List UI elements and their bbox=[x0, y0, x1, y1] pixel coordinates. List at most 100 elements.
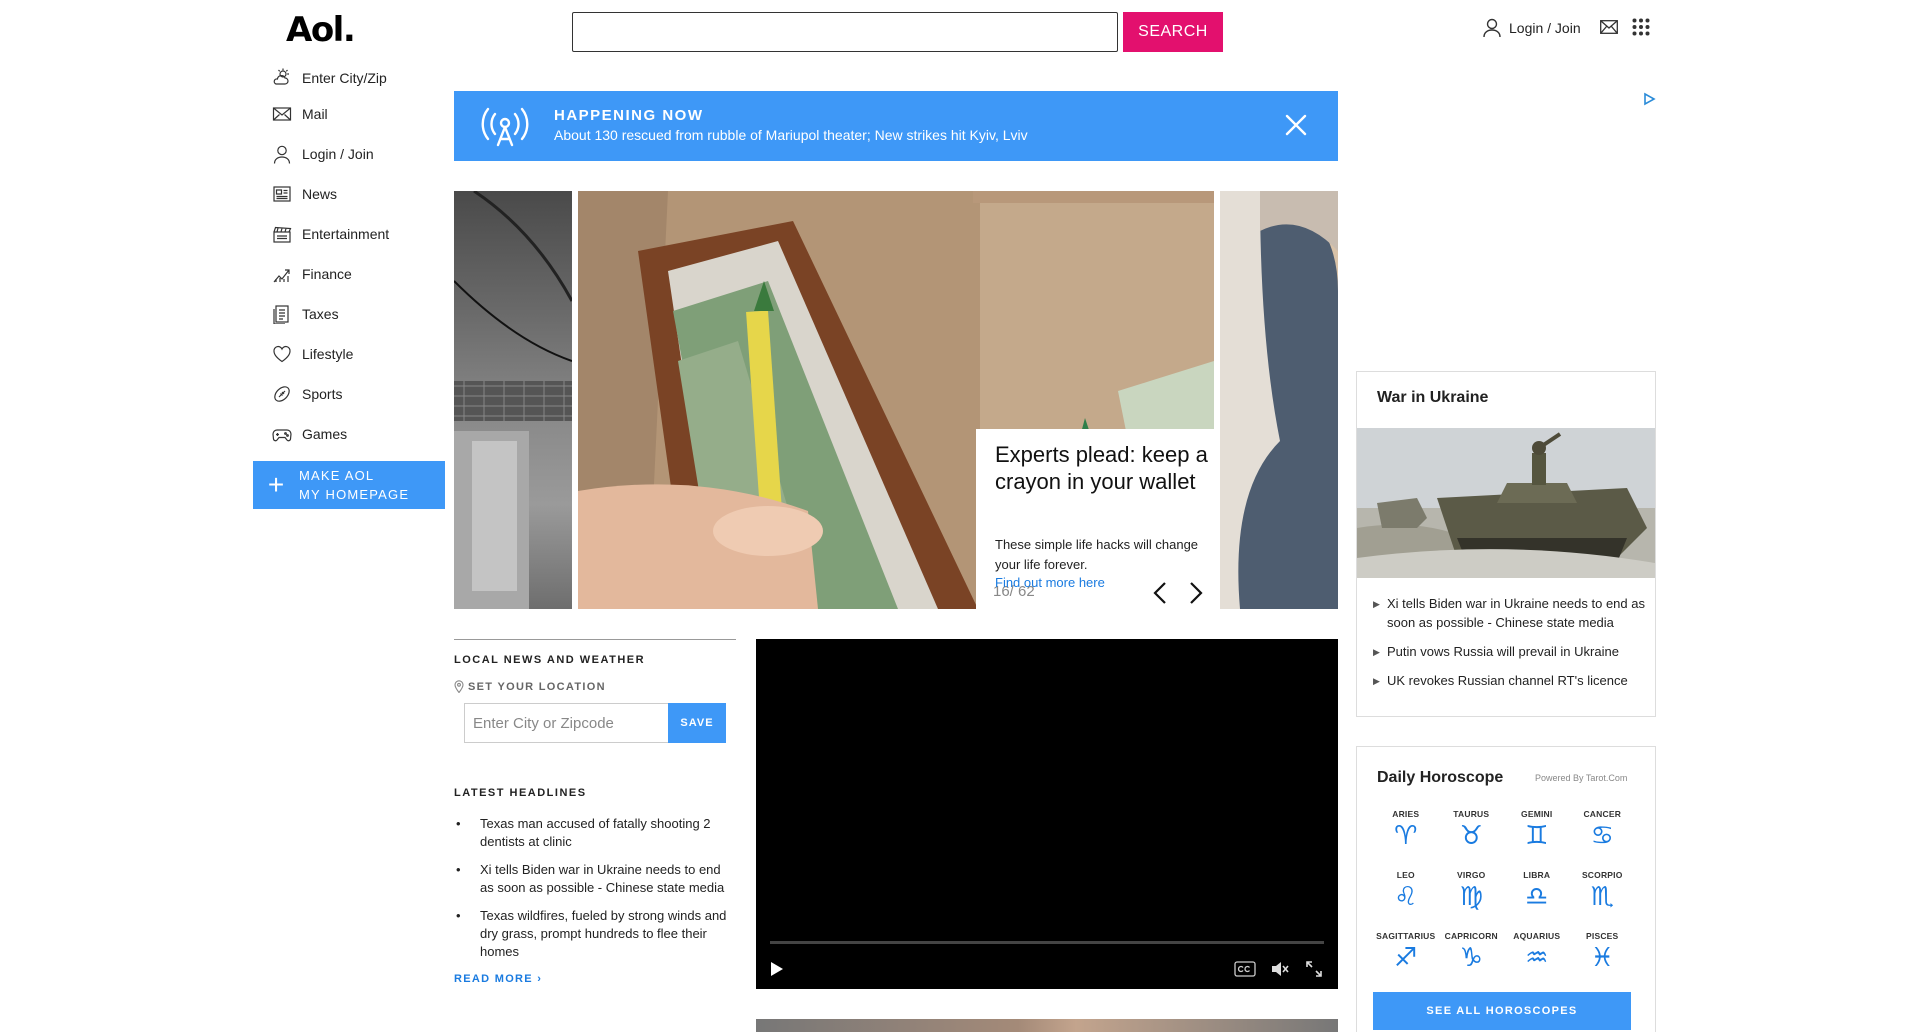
headline-item[interactable]: Texas man accused of fatally shooting 2 … bbox=[454, 815, 734, 851]
left-nav: Enter City/Zip Mail Login / Join News En… bbox=[272, 62, 442, 454]
sign-sagittarius[interactable]: SAGITTARIUS ♐ bbox=[1373, 931, 1439, 982]
nav-item-sports[interactable]: Sports bbox=[272, 374, 442, 414]
sign-virgo[interactable]: VIRGO ♍ bbox=[1439, 870, 1505, 921]
city-zip-input[interactable]: Enter City or Zipcode bbox=[464, 703, 668, 743]
sign-name: SCORPIO bbox=[1581, 870, 1623, 880]
carousel-description: These simple life hacks will change your… bbox=[995, 537, 1199, 572]
search-input[interactable] bbox=[572, 12, 1118, 52]
headline-item[interactable]: Texas wildfires, fueled by strong winds … bbox=[454, 907, 734, 961]
war-headlines: Xi tells Biden war in Ukraine needs to e… bbox=[1373, 594, 1645, 700]
play-icon[interactable] bbox=[766, 959, 786, 979]
sign-name: SAGITTARIUS bbox=[1376, 931, 1436, 941]
chevron-right-icon[interactable] bbox=[1188, 581, 1204, 605]
sign-name: PISCES bbox=[1586, 931, 1619, 941]
read-more-link[interactable]: READ MORE › bbox=[454, 973, 736, 985]
nav-item-entertainment[interactable]: Entertainment bbox=[272, 214, 442, 254]
nav-label: Mail bbox=[302, 106, 328, 122]
happening-now-banner[interactable]: HAPPENING NOW About 130 rescued from rub… bbox=[454, 91, 1338, 161]
nav-label: Games bbox=[302, 426, 348, 442]
carousel-link[interactable]: Find out more here bbox=[995, 575, 1105, 590]
sign-scorpio[interactable]: SCORPIO ♏ bbox=[1570, 870, 1636, 921]
nav-item-games[interactable]: Games bbox=[272, 414, 442, 454]
nav-item-finance[interactable]: Finance bbox=[272, 254, 442, 294]
set-location: SET YOUR LOCATION bbox=[454, 680, 736, 693]
sign-pisces[interactable]: PISCES ♓ bbox=[1570, 931, 1636, 982]
sign-name: CAPRICORN bbox=[1444, 931, 1498, 941]
war-headline[interactable]: Xi tells Biden war in Ukraine needs to e… bbox=[1373, 594, 1645, 632]
video-progress-bar[interactable] bbox=[770, 941, 1324, 944]
war-headline[interactable]: Putin vows Russia will prevail in Ukrain… bbox=[1373, 642, 1645, 662]
aquarius-icon: ♒ bbox=[1525, 943, 1549, 973]
aries-icon: ♈ bbox=[1394, 821, 1418, 851]
sign-name: ARIES bbox=[1392, 809, 1420, 819]
header-login-label: Login / Join bbox=[1509, 20, 1581, 36]
nav-item-mail[interactable]: Mail bbox=[272, 94, 442, 134]
nav-item-weather[interactable]: Enter City/Zip bbox=[272, 62, 442, 94]
sign-aquarius[interactable]: AQUARIUS ♒ bbox=[1504, 931, 1570, 982]
sign-cancer[interactable]: CANCER ♋ bbox=[1570, 809, 1636, 860]
header-login-link[interactable]: Login / Join bbox=[1483, 18, 1581, 38]
happening-now-label: HAPPENING NOW bbox=[554, 107, 704, 124]
carousel-prev-slide[interactable] bbox=[454, 191, 572, 609]
make-homepage-button[interactable]: + MAKE AOL MY HOMEPAGE bbox=[253, 461, 445, 509]
next-video-thumbnail[interactable] bbox=[756, 1019, 1338, 1032]
nav-item-taxes[interactable]: Taxes bbox=[272, 294, 442, 334]
apps-grid-icon[interactable] bbox=[1632, 18, 1650, 41]
nav-item-login[interactable]: Login / Join bbox=[272, 134, 442, 174]
sign-aries[interactable]: ARIES ♈ bbox=[1373, 809, 1439, 860]
nav-label: Lifestyle bbox=[302, 346, 354, 362]
sign-name: TAURUS bbox=[1453, 809, 1490, 819]
carousel-next-slide[interactable] bbox=[1220, 191, 1338, 609]
war-in-ukraine-module: War in Ukraine Xi tells Biden war in Ukr… bbox=[1356, 371, 1656, 717]
libra-icon: ♎ bbox=[1525, 882, 1549, 912]
make-homepage-line2: MY HOMEPAGE bbox=[299, 487, 410, 502]
local-news-title: LOCAL NEWS AND WEATHER bbox=[454, 654, 646, 666]
mute-icon[interactable] bbox=[1270, 959, 1290, 979]
heart-icon bbox=[273, 345, 291, 363]
document-icon bbox=[273, 305, 289, 324]
horoscope-title: Daily Horoscope bbox=[1377, 769, 1504, 786]
location-pin-icon bbox=[454, 680, 464, 693]
video-player[interactable] bbox=[756, 639, 1338, 989]
nav-item-news[interactable]: News bbox=[272, 174, 442, 214]
sign-leo[interactable]: LEO ♌ bbox=[1373, 870, 1439, 921]
sign-capricorn[interactable]: CAPRICORN ♑ bbox=[1439, 931, 1505, 982]
chart-icon bbox=[273, 269, 290, 283]
headline-item[interactable]: Xi tells Biden war in Ukraine needs to e… bbox=[454, 861, 734, 897]
pisces-icon: ♓ bbox=[1590, 943, 1614, 973]
tank-photo bbox=[1357, 428, 1655, 578]
nav-item-lifestyle[interactable]: Lifestyle bbox=[272, 334, 442, 374]
aol-logo[interactable]: Aol. bbox=[286, 10, 356, 50]
horoscope-powered-by[interactable]: Powered By Tarot.Com bbox=[1535, 773, 1627, 783]
virgo-icon: ♍ bbox=[1459, 882, 1483, 912]
sign-name: GEMINI bbox=[1521, 809, 1553, 819]
nav-label: Enter City/Zip bbox=[302, 70, 387, 86]
war-title[interactable]: War in Ukraine bbox=[1377, 389, 1488, 407]
search-button[interactable]: SEARCH bbox=[1123, 12, 1223, 52]
latest-headlines-title: LATEST HEADLINES bbox=[454, 787, 587, 799]
nav-label: News bbox=[302, 186, 338, 202]
nav-label: Sports bbox=[302, 386, 343, 402]
closed-captions-icon[interactable] bbox=[1234, 961, 1256, 977]
zodiac-grid: ARIES ♈ TAURUS ♉ GEMINI ♊ CANCER ♋ LEO ♌ VIRG… bbox=[1373, 809, 1635, 982]
see-all-horoscopes-button[interactable]: SEE ALL HOROSCOPES bbox=[1373, 992, 1631, 1030]
close-icon[interactable] bbox=[1284, 113, 1308, 137]
carousel-title[interactable]: Experts plead: keep a crayon in your wal… bbox=[995, 441, 1215, 495]
chevron-left-icon[interactable] bbox=[1152, 581, 1168, 605]
user-icon bbox=[273, 145, 291, 164]
war-headline[interactable]: UK revokes Russian channel RT's licence bbox=[1373, 671, 1645, 691]
cancer-icon: ♋ bbox=[1590, 821, 1614, 851]
save-location-button[interactable]: SAVE bbox=[668, 703, 726, 743]
nav-label: Finance bbox=[302, 266, 352, 282]
sign-libra[interactable]: LIBRA ♎ bbox=[1504, 870, 1570, 921]
sign-gemini[interactable]: GEMINI ♊ bbox=[1504, 809, 1570, 860]
plus-icon: + bbox=[267, 469, 285, 500]
gemini-icon: ♊ bbox=[1525, 821, 1549, 851]
sign-taurus[interactable]: TAURUS ♉ bbox=[1439, 809, 1505, 860]
fullscreen-icon[interactable] bbox=[1304, 959, 1324, 979]
tank-image[interactable] bbox=[1357, 428, 1655, 578]
mail-icon[interactable] bbox=[1600, 20, 1618, 39]
adchoices-icon[interactable] bbox=[1642, 92, 1656, 106]
scorpio-icon: ♏ bbox=[1590, 882, 1614, 912]
happening-now-text[interactable]: About 130 rescued from rubble of Mariupo… bbox=[554, 127, 1028, 143]
